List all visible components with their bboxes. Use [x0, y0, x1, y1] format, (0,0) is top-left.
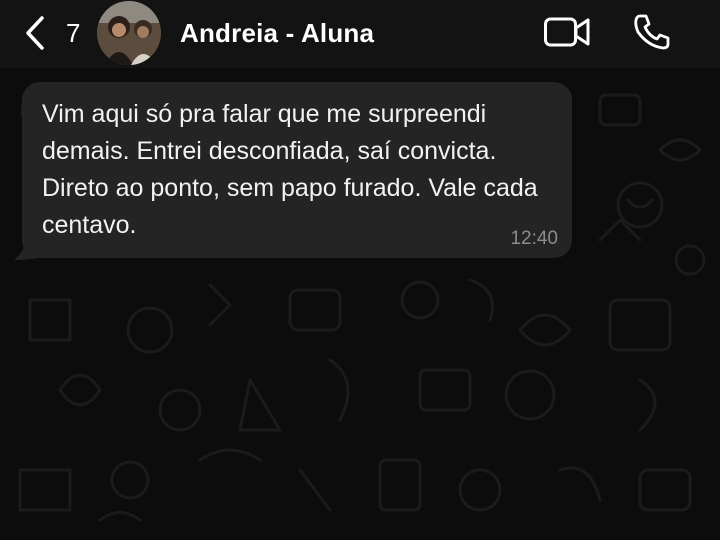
avatar-photo [97, 1, 161, 65]
message-text: Vim aqui só pra falar que me surpreendi … [42, 100, 538, 239]
incoming-message-bubble[interactable]: Vim aqui só pra falar que me surpreendi … [22, 82, 572, 258]
avatar[interactable] [97, 1, 161, 65]
chat-header: 7 Andreia - Aluna [0, 0, 720, 68]
chevron-left-icon [26, 16, 44, 50]
phone-icon [634, 14, 670, 50]
unread-count[interactable]: 7 [66, 18, 80, 49]
chat-screen: 7 Andreia - Aluna Vim aqui só pra falar … [0, 0, 720, 540]
voice-call-button[interactable] [632, 12, 672, 57]
message-timestamp: 12:40 [510, 228, 558, 249]
back-button[interactable] [22, 14, 48, 52]
video-camera-icon [544, 17, 590, 47]
contact-name[interactable]: Andreia - Aluna [180, 18, 374, 49]
video-call-button[interactable] [543, 14, 591, 55]
doodle-wallpaper [18, 90, 706, 522]
